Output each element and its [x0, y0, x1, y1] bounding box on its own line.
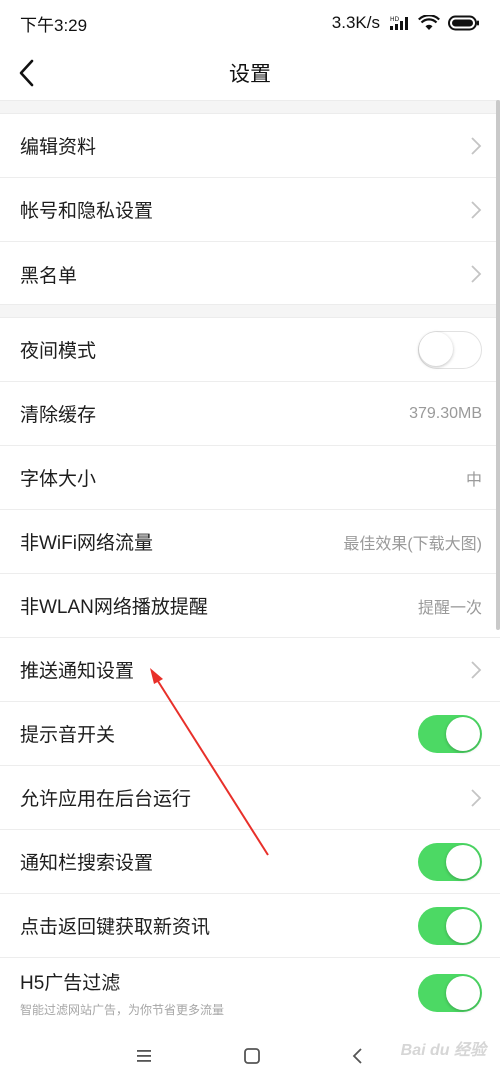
back-arrow-icon[interactable] [16, 58, 40, 88]
row-label: 非WLAN网络播放提醒 [20, 597, 208, 618]
play-reminder-value: 提醒一次 [417, 599, 482, 617]
notification-search-toggle[interactable] [418, 842, 482, 881]
back-refresh-row: 点击返回键获取新资讯 [0, 894, 500, 958]
toggle-knob [446, 844, 480, 879]
toggle-knob [446, 716, 480, 751]
font-size-row[interactable]: 字体大小 中 [0, 446, 500, 510]
row-label: 推送通知设置 [20, 661, 135, 682]
font-size-value: 中 [465, 471, 482, 489]
night-mode-row: 夜间模式 [0, 318, 500, 382]
row-label: 提示音开关 [20, 725, 116, 746]
toggle-knob [446, 976, 480, 1010]
non-wifi-traffic-value: 最佳效果(下载大图) [343, 535, 482, 553]
signal-icon: HD [390, 16, 408, 30]
row-label: H5广告过滤 [20, 973, 121, 994]
hd-label: HD [390, 16, 400, 23]
row-label: 点击返回键获取新资讯 [20, 917, 211, 938]
clear-cache-row[interactable]: 清除缓存 379.30MB [0, 382, 500, 446]
row-label: 字体大小 [20, 469, 97, 490]
chevron-right-icon [471, 660, 482, 679]
h5-ad-filter-row: H5广告过滤 智能过滤网站广告，为你节省更多流量 [0, 958, 500, 1028]
push-notification-row[interactable]: 推送通知设置 [0, 638, 500, 702]
h5-ad-filter-toggle[interactable] [418, 974, 482, 1012]
chevron-right-icon [471, 265, 482, 283]
non-wifi-traffic-row[interactable]: 非WiFi网络流量 最佳效果(下载大图) [0, 510, 500, 574]
chevron-right-icon [471, 788, 482, 807]
row-label: 允许应用在后台运行 [20, 789, 192, 810]
toggle-knob [446, 908, 480, 943]
sound-switch-row: 提示音开关 [0, 702, 500, 766]
section-divider [0, 304, 500, 318]
edit-profile-row[interactable]: 编辑资料 [0, 114, 500, 178]
status-bar: 下午3:29 3.3K/s HD [0, 0, 500, 46]
section-divider [0, 100, 500, 114]
row-label: 清除缓存 [20, 405, 97, 426]
page-title: 设置 [229, 63, 271, 86]
nav-bar: 设置 [0, 46, 500, 100]
row-label: 编辑资料 [20, 137, 97, 158]
status-time: 下午3:29 [20, 15, 88, 35]
background-run-row[interactable]: 允许应用在后台运行 [0, 766, 500, 830]
blacklist-row[interactable]: 黑名单 [0, 242, 500, 306]
status-icons: 3.3K/s HD [332, 13, 480, 33]
network-speed: 3.3K/s [331, 13, 380, 32]
row-label: 非WiFi网络流量 [20, 533, 153, 554]
notification-search-row: 通知栏搜索设置 [0, 830, 500, 894]
home-icon[interactable] [243, 1047, 261, 1065]
back-refresh-toggle[interactable] [418, 906, 482, 945]
toggle-knob [419, 332, 453, 366]
row-label: 帐号和隐私设置 [20, 201, 154, 222]
row-label: 通知栏搜索设置 [20, 853, 154, 874]
watermark-logo: Bai du 经验 [400, 1042, 486, 1059]
wifi-icon [418, 15, 440, 30]
battery-icon [448, 15, 479, 31]
back-nav-icon[interactable] [351, 1047, 365, 1065]
sound-toggle[interactable] [418, 714, 482, 753]
row-subtitle: 智能过滤网站广告，为你节省更多流量 [20, 1003, 225, 1017]
scrollbar[interactable] [496, 100, 500, 630]
cache-size-value: 379.30MB [409, 404, 482, 422]
chevron-right-icon [471, 200, 482, 219]
menu-icon[interactable] [135, 1049, 153, 1063]
chevron-right-icon [471, 136, 482, 155]
account-privacy-row[interactable]: 帐号和隐私设置 [0, 178, 500, 242]
non-wlan-play-reminder-row[interactable]: 非WLAN网络播放提醒 提醒一次 [0, 574, 500, 638]
row-texts: H5广告过滤 智能过滤网站广告，为你节省更多流量 [20, 968, 224, 1018]
row-label: 黑名单 [20, 265, 78, 287]
row-label: 夜间模式 [20, 341, 97, 362]
night-mode-toggle[interactable] [418, 330, 482, 369]
